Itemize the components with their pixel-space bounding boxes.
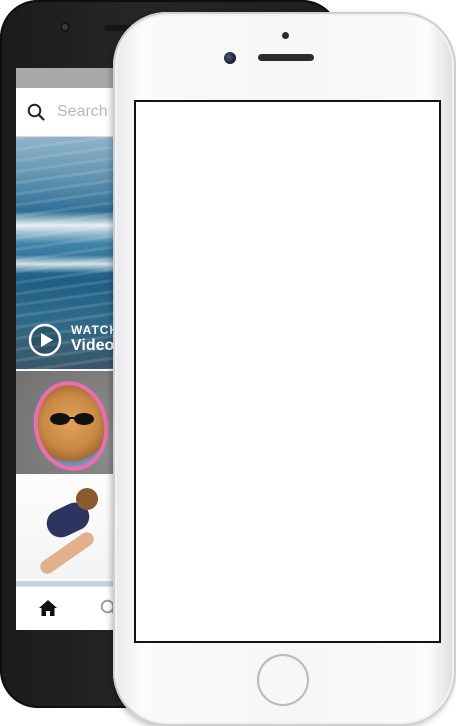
watch-label: WATCH [71, 323, 120, 337]
video-title: Video [71, 337, 115, 354]
hand-arm [37, 529, 97, 577]
home-button[interactable] [257, 654, 309, 706]
sunglasses-icon [50, 413, 94, 425]
iphone [113, 12, 456, 726]
home-icon[interactable] [38, 599, 58, 617]
play-circle-icon[interactable] [28, 323, 62, 357]
dog-head [76, 488, 98, 510]
front-camera [224, 52, 236, 64]
search-icon [27, 103, 45, 121]
search-input[interactable]: Search [57, 103, 108, 121]
iphone-screen [134, 100, 441, 643]
proximity-sensor [282, 32, 289, 39]
earpiece-speaker [258, 54, 314, 61]
front-camera [60, 22, 70, 32]
